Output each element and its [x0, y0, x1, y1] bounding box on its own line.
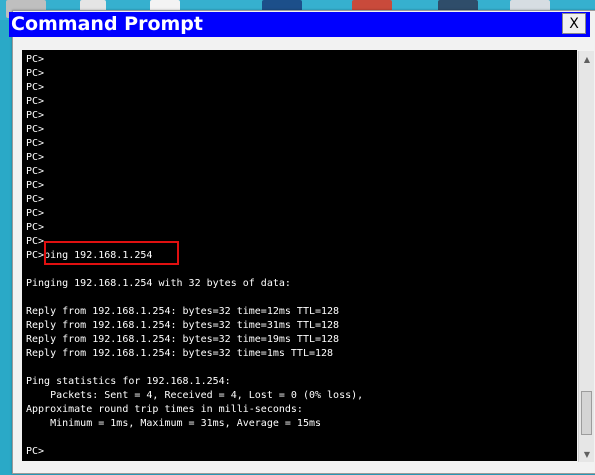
terminal-line: PC>: [26, 194, 45, 205]
vertical-scrollbar[interactable]: ▲ ▼: [578, 51, 594, 462]
chevron-down-icon[interactable]: ▼: [579, 446, 595, 462]
terminal-line: PC>: [26, 180, 45, 191]
terminal-line: PC>: [26, 166, 45, 177]
command-highlight-box: [44, 241, 179, 265]
close-button[interactable]: X: [562, 13, 586, 34]
terminal-line: Reply from 192.168.1.254: bytes=32 time=…: [26, 320, 340, 331]
title-bar[interactable]: Command Prompt X: [9, 12, 590, 37]
terminal-line: PC>: [26, 54, 45, 65]
terminal-line: Reply from 192.168.1.254: bytes=32 time=…: [26, 306, 340, 317]
terminal-line: PC>: [26, 68, 45, 79]
terminal-line: PC>: [26, 208, 45, 219]
terminal-line: PC>: [26, 138, 45, 149]
terminal-line: PC>: [26, 222, 45, 233]
terminal-line: Ping statistics for 192.168.1.254:: [26, 376, 231, 387]
terminal-line: Packets: Sent = 4, Received = 4, Lost = …: [26, 390, 364, 401]
scrollbar-thumb[interactable]: [581, 391, 592, 435]
terminal-line: Pinging 192.168.1.254 with 32 bytes of d…: [26, 278, 291, 289]
terminal-line: PC>: [26, 446, 45, 457]
terminal-line: PC>: [26, 152, 45, 163]
terminal-line: Approximate round trip times in milli-se…: [26, 404, 303, 415]
terminal-line: PC>: [26, 96, 45, 107]
terminal-line: PC>: [26, 110, 45, 121]
terminal-line: PC>: [26, 124, 45, 135]
terminal-line: Reply from 192.168.1.254: bytes=32 time=…: [26, 348, 334, 359]
terminal-line: PC>: [26, 82, 45, 93]
terminal-line: Reply from 192.168.1.254: bytes=32 time=…: [26, 334, 340, 345]
terminal-line: Minimum = 1ms, Maximum = 31ms, Average =…: [26, 418, 322, 429]
window-title: Command Prompt: [11, 13, 203, 35]
chevron-up-icon[interactable]: ▲: [579, 51, 595, 67]
